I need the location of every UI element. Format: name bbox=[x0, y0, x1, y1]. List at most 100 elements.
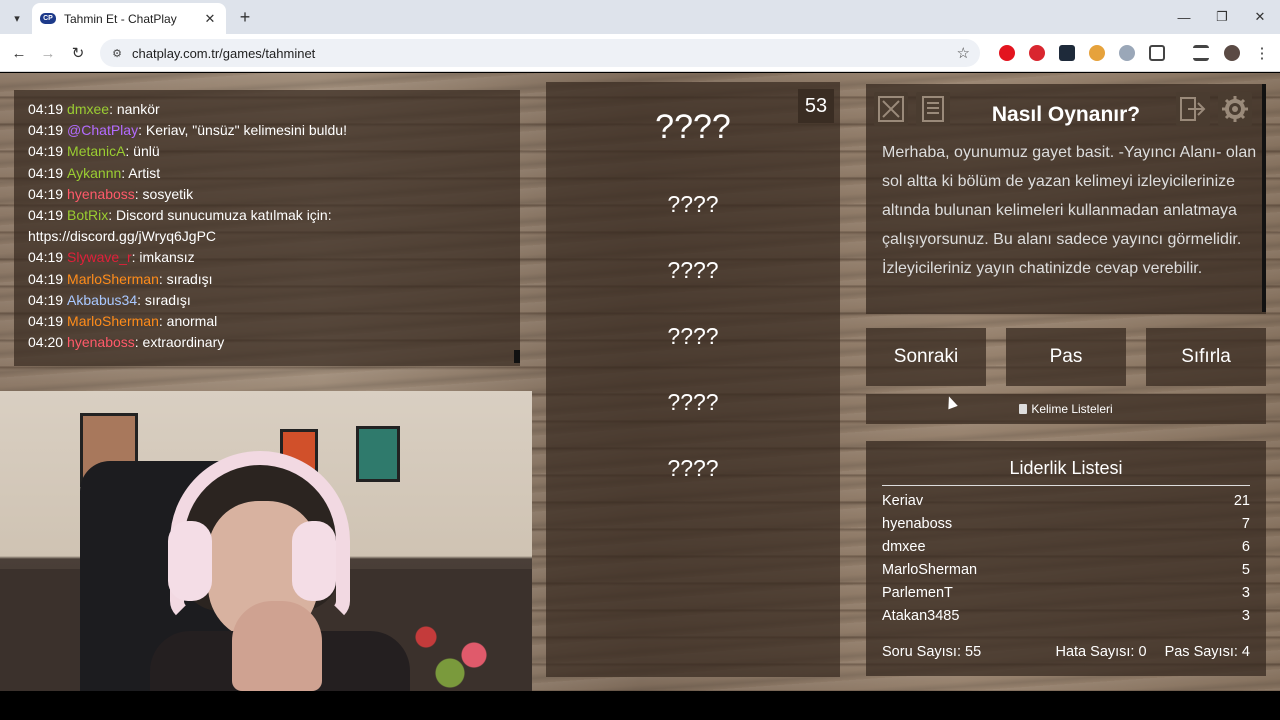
leaderboard-panel: Liderlik Listesi Keriav 21 hyenaboss 7 dmx… bbox=[866, 441, 1266, 676]
chat-text: imkansız bbox=[135, 249, 195, 266]
player-name: MarloSherman bbox=[882, 562, 978, 578]
chat-message: 04:19 MetanicA: ünlü bbox=[28, 141, 506, 162]
chat-timestamp: 04:19 bbox=[28, 313, 64, 330]
browser-tab[interactable]: CP Tahmin Et - ChatPlay ✕ bbox=[32, 3, 226, 34]
forbidden-word: ???? bbox=[667, 191, 719, 217]
player-score: 21 bbox=[1233, 493, 1250, 509]
chat-timestamp: 04:19 bbox=[28, 207, 64, 224]
forbidden-word: ???? bbox=[667, 389, 719, 415]
question-count: Soru Sayısı: 55 bbox=[882, 644, 982, 660]
chat-username[interactable]: hyenaboss bbox=[67, 186, 135, 202]
game-page: 04:19 dmxee: nankör 04:19 @ChatPlay: Keriav… bbox=[0, 73, 1280, 691]
chat-username[interactable]: dmxee bbox=[67, 101, 109, 117]
extension-dark-icon[interactable] bbox=[1059, 45, 1075, 61]
chat-scrollbar[interactable] bbox=[514, 350, 520, 363]
chat-message: 04:19 dmxee: nankör bbox=[28, 99, 506, 120]
extension-red-icon[interactable] bbox=[1029, 45, 1045, 61]
chat-message: 04:19 Akbabus34: sıradışı bbox=[28, 290, 506, 311]
chat-message: 04:19 Slywave_r: imkansız bbox=[28, 247, 506, 268]
how-to-play-scrollbar[interactable] bbox=[1262, 84, 1266, 312]
chat-username[interactable]: BotRix bbox=[67, 207, 108, 223]
chat-text: https://discord.gg/jWryq6JgPC bbox=[28, 228, 217, 245]
word-lists-label: Kelime Listeleri bbox=[1031, 402, 1113, 416]
chat-message: 04:19 Aykannn: Artist bbox=[28, 163, 506, 184]
chat-timestamp: 04:20 bbox=[28, 334, 64, 351]
settings-gear-icon[interactable] bbox=[1218, 92, 1252, 126]
next-button[interactable]: Sonraki bbox=[866, 328, 986, 386]
chat-username[interactable]: Aykannn bbox=[67, 165, 121, 181]
chat-message: 04:20 hyenaboss: extraordinary bbox=[28, 332, 506, 353]
chatplay-favicon-icon: CP bbox=[40, 13, 56, 24]
tab-close-icon[interactable]: ✕ bbox=[202, 11, 218, 27]
chat-text: sosyetik bbox=[138, 185, 194, 202]
window-close-icon[interactable]: ✕ bbox=[1248, 6, 1272, 28]
flower-bouquet bbox=[390, 601, 510, 691]
pass-count: Pas Sayısı: 4 bbox=[1164, 644, 1250, 660]
forbidden-word: ???? bbox=[667, 455, 719, 481]
address-bar[interactable]: ⚙ chatplay.com.tr/games/tahminet ☆ bbox=[100, 39, 980, 67]
chat-timestamp: 04:19 bbox=[28, 143, 64, 160]
word-lists-button[interactable]: Kelime Listeleri bbox=[866, 394, 1266, 424]
error-count: Hata Sayısı: 0 bbox=[1055, 644, 1147, 660]
extension-orange-icon[interactable] bbox=[1089, 45, 1105, 61]
chat-timestamp: 04:19 bbox=[28, 185, 64, 202]
chat-username[interactable]: Akbabus34 bbox=[67, 292, 137, 308]
back-icon[interactable]: ← bbox=[8, 42, 30, 64]
chat-text: nankör bbox=[112, 101, 160, 117]
chat-username[interactable]: MarloSherman bbox=[67, 271, 159, 287]
chat-text: Artist bbox=[125, 164, 161, 181]
tab-search-chevron-icon[interactable]: ▾ bbox=[6, 7, 28, 29]
chat-timestamp: 04:19 bbox=[28, 249, 64, 266]
forbidden-word: ???? bbox=[667, 257, 719, 283]
chat-message: 04:19 MarloSherman: anormal bbox=[28, 311, 506, 332]
chat-text: Discord sunucumuza katılmak için: bbox=[112, 207, 332, 224]
reset-button[interactable]: Sıfırla bbox=[1146, 328, 1266, 386]
media-control-icon[interactable] bbox=[1193, 45, 1209, 61]
logout-icon[interactable] bbox=[1176, 92, 1210, 126]
browser-toolbar: ← → ↻ ⚙ chatplay.com.tr/games/tahminet ☆… bbox=[0, 34, 1280, 72]
how-to-play-text: Merhaba, oyunumuz gayet basit. -Yayıncı … bbox=[882, 144, 1257, 277]
chat-username[interactable]: @ChatPlay bbox=[67, 122, 138, 138]
chat-message: https://discord.gg/jWryq6JgPC bbox=[28, 226, 506, 247]
profile-avatar[interactable] bbox=[1224, 45, 1240, 61]
headset-ear-left bbox=[168, 521, 212, 601]
bookmark-star-icon[interactable]: ☆ bbox=[957, 44, 970, 62]
wall-art-sun bbox=[356, 426, 400, 482]
player-name: ParlemenT bbox=[882, 585, 953, 601]
browser-tab-bar: ▾ CP Tahmin Et - ChatPlay ✕ + — ❐ ✕ bbox=[0, 0, 1280, 34]
forward-icon[interactable]: → bbox=[37, 42, 59, 64]
leaderboard-row: Keriav 21 bbox=[882, 493, 1250, 509]
chat-timestamp: 04:19 bbox=[28, 122, 64, 139]
target-word: ???? bbox=[655, 108, 731, 146]
chat-timestamp: 04:19 bbox=[28, 270, 64, 287]
chat-username[interactable]: hyenaboss bbox=[67, 334, 135, 350]
opera-extension-icon[interactable] bbox=[999, 45, 1015, 61]
site-info-icon[interactable]: ⚙ bbox=[106, 47, 128, 60]
leaderboard-title: Liderlik Listesi bbox=[882, 458, 1250, 486]
player-score: 3 bbox=[1241, 585, 1250, 601]
restore-icon[interactable]: ❐ bbox=[1210, 6, 1234, 28]
leaderboard-row: MarloSherman 5 bbox=[882, 562, 1250, 578]
chat-timestamp: 04:19 bbox=[28, 164, 64, 181]
player-name: Keriav bbox=[882, 493, 924, 509]
player-score: 5 bbox=[1241, 562, 1250, 578]
leaderboard-row: ParlemenT 3 bbox=[882, 585, 1250, 601]
player-score: 3 bbox=[1241, 608, 1250, 624]
extensions-puzzle-icon[interactable] bbox=[1149, 45, 1165, 61]
browser-menu-icon[interactable]: ⋮ bbox=[1251, 42, 1273, 64]
chat-timestamp: 04:19 bbox=[28, 101, 64, 117]
leaderboard-row: Atakan3485 3 bbox=[882, 608, 1250, 624]
chat-timestamp: 04:19 bbox=[28, 291, 64, 308]
reload-icon[interactable]: ↻ bbox=[67, 42, 89, 64]
new-tab-icon[interactable]: + bbox=[234, 6, 256, 28]
url-text[interactable]: chatplay.com.tr/games/tahminet bbox=[132, 46, 957, 61]
minimize-icon[interactable]: — bbox=[1172, 6, 1196, 28]
chat-text: sıradışı bbox=[162, 270, 213, 287]
chat-username[interactable]: MarloSherman bbox=[67, 313, 159, 329]
pass-button[interactable]: Pas bbox=[1006, 328, 1126, 386]
headset-ear-right bbox=[292, 521, 336, 601]
extension-shield-icon[interactable] bbox=[1119, 45, 1135, 61]
chat-username[interactable]: Slywave_r bbox=[67, 249, 132, 265]
chat-username[interactable]: MetanicA bbox=[67, 143, 125, 159]
webcam-feed bbox=[0, 391, 532, 691]
